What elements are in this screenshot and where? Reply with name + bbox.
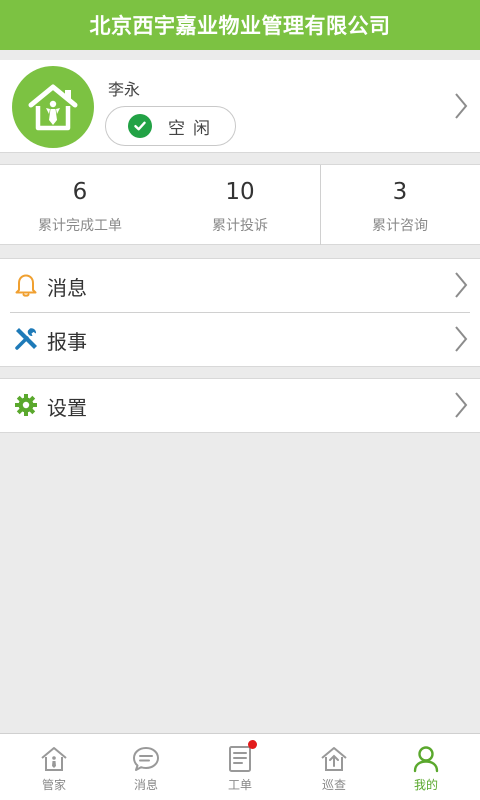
- gear-icon: [15, 394, 37, 416]
- stat-completed-orders[interactable]: 6 累计完成工单: [0, 165, 160, 245]
- bell-icon: [15, 274, 37, 297]
- stat-label: 累计完成工单: [38, 218, 122, 234]
- menu-item-report[interactable]: 报事: [0, 313, 480, 366]
- stat-complaints[interactable]: 10 累计投诉: [160, 165, 320, 245]
- tab-butler[interactable]: 管家: [6, 734, 102, 800]
- chevron-right-icon: [455, 272, 468, 298]
- tab-label: 消息: [133, 778, 158, 792]
- profile-card[interactable]: 李永 空闲: [0, 60, 480, 153]
- tab-patrol[interactable]: 巡查: [286, 734, 382, 800]
- tab-label: 巡查: [321, 778, 346, 792]
- tab-label: 工单: [227, 778, 252, 792]
- check-icon: [128, 114, 152, 138]
- status-toggle[interactable]: 空闲: [105, 106, 236, 146]
- tab-mine[interactable]: 我的: [378, 734, 474, 800]
- chat-icon: [133, 747, 159, 771]
- bottom-tab-bar: 管家 消息 工单 巡查 我的: [0, 733, 480, 800]
- stat-value: 3: [392, 179, 408, 205]
- tab-messages[interactable]: 消息: [98, 734, 194, 800]
- status-label: 空闲: [168, 118, 218, 139]
- tools-icon: [15, 328, 37, 350]
- house-avatar-icon: [28, 84, 78, 131]
- chevron-right-icon: [455, 392, 468, 418]
- stat-value: 6: [72, 179, 88, 205]
- user-icon: [413, 746, 439, 773]
- menu-item-settings[interactable]: 设置: [0, 379, 480, 432]
- stat-label: 累计投诉: [212, 218, 268, 234]
- stat-value: 10: [225, 179, 255, 205]
- patrol-house-icon: [321, 747, 347, 771]
- tab-work-orders[interactable]: 工单: [192, 734, 288, 800]
- menu-item-label: 消息: [47, 276, 87, 300]
- notification-badge: [248, 740, 257, 749]
- menu-group-main: 消息 报事: [0, 258, 480, 367]
- menu-item-messages[interactable]: 消息: [0, 259, 480, 312]
- tab-label: 我的: [413, 778, 438, 792]
- stat-label: 累计咨询: [372, 218, 428, 234]
- house-icon: [41, 747, 67, 771]
- menu-item-label: 报事: [47, 330, 87, 354]
- app-header: 北京西宇嘉业物业管理有限公司: [0, 0, 480, 50]
- menu-item-label: 设置: [47, 396, 87, 420]
- user-name: 李永: [108, 80, 141, 99]
- stat-consultations[interactable]: 3 累计咨询: [320, 165, 480, 245]
- avatar: [12, 66, 94, 148]
- chevron-right-icon: [455, 326, 468, 352]
- stats-panel: 6 累计完成工单 10 累计投诉 3 累计咨询: [0, 164, 480, 245]
- chevron-right-icon: [455, 93, 468, 119]
- menu-group-settings: 设置: [0, 378, 480, 433]
- tab-label: 管家: [41, 778, 66, 792]
- company-title: 北京西宇嘉业物业管理有限公司: [89, 14, 391, 38]
